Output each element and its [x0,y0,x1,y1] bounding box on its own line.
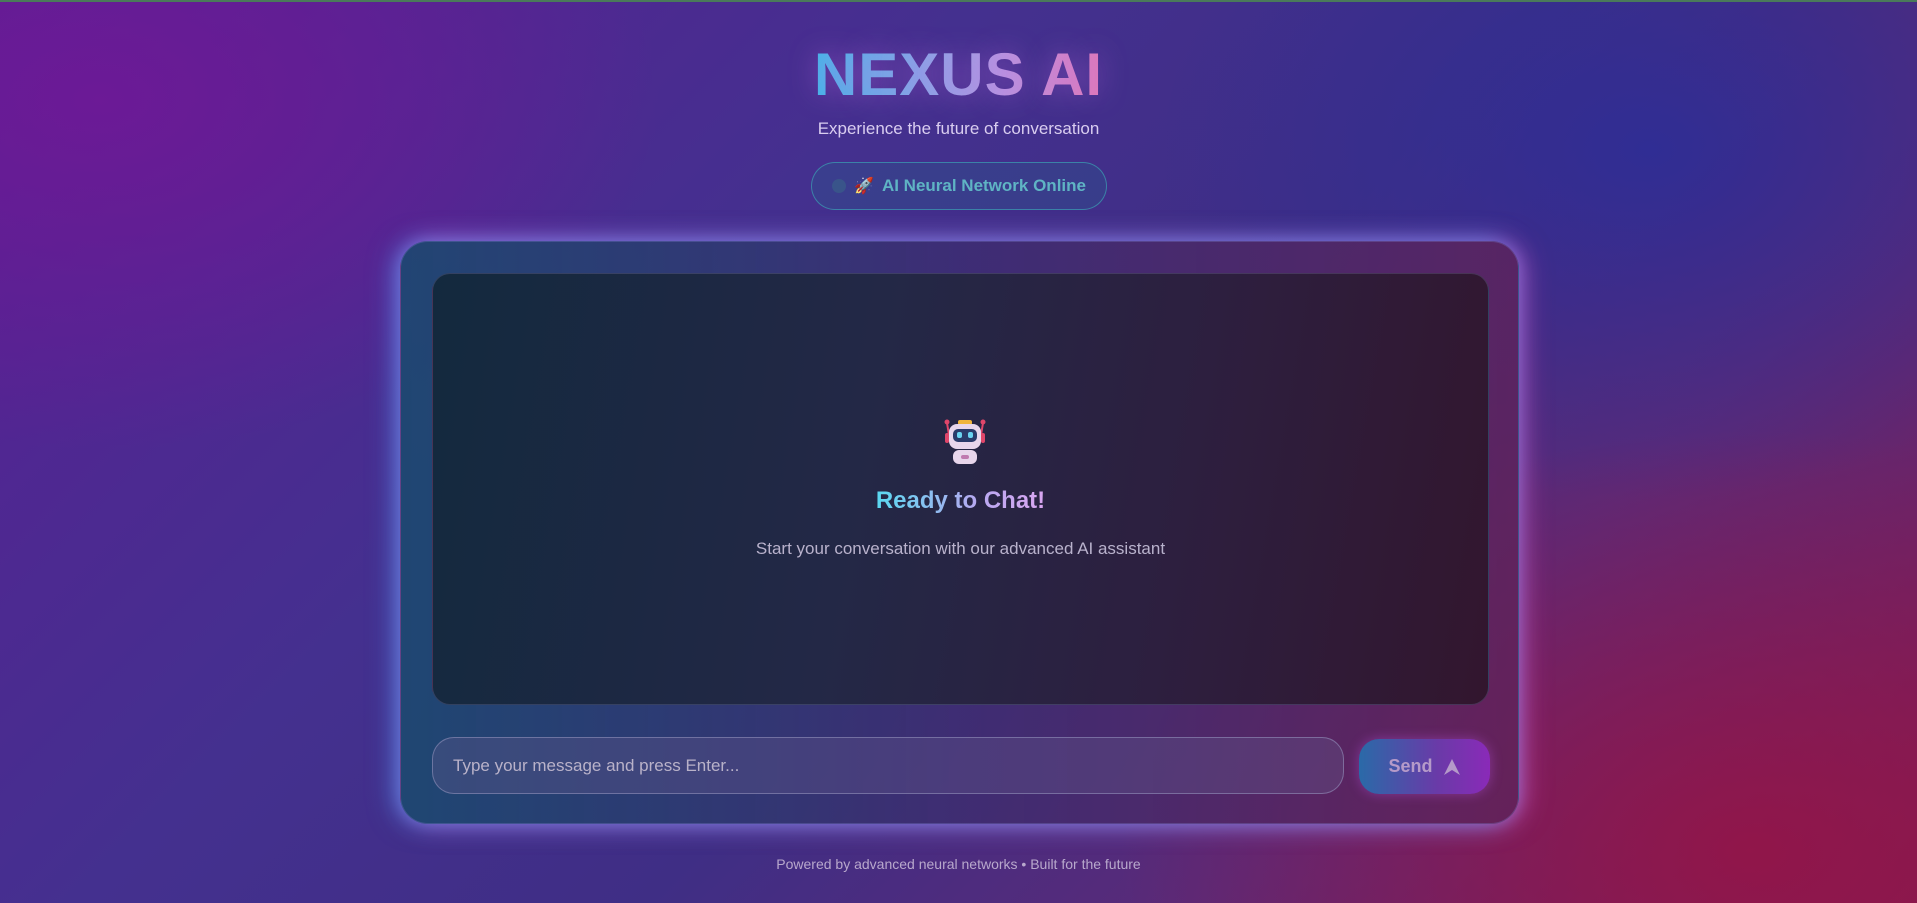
chat-container: Ready to Chat! Start your conversation w… [400,241,1519,824]
empty-state-description: Start your conversation with our advance… [755,539,1166,558]
status-label: AI Neural Network Online [881,176,1086,195]
status-indicator-dot [832,179,847,193]
robot-icon [944,419,986,464]
status-badge: 🚀 AI Neural Network Online [811,162,1107,210]
messages-area: Ready to Chat! Start your conversation w… [432,273,1489,705]
footer-text: Powered by advanced neural networks • Bu… [776,856,1141,872]
top-border-line [0,0,1917,2]
app-title: NEXUS AI [0,38,1917,112]
empty-state-title: Ready to Chat! [433,487,1488,515]
send-button-label: Send [1388,756,1433,776]
empty-state-title-text: Ready to Chat! [875,487,1046,514]
rocket-icon: 🚀 [854,178,874,195]
send-arrow-icon [1443,758,1460,775]
message-input[interactable] [432,737,1344,794]
send-button[interactable]: Send [1359,739,1490,794]
app-subtitle: Experience the future of conversation [817,119,1100,138]
app-title-text: NEXUS AI [813,41,1104,108]
